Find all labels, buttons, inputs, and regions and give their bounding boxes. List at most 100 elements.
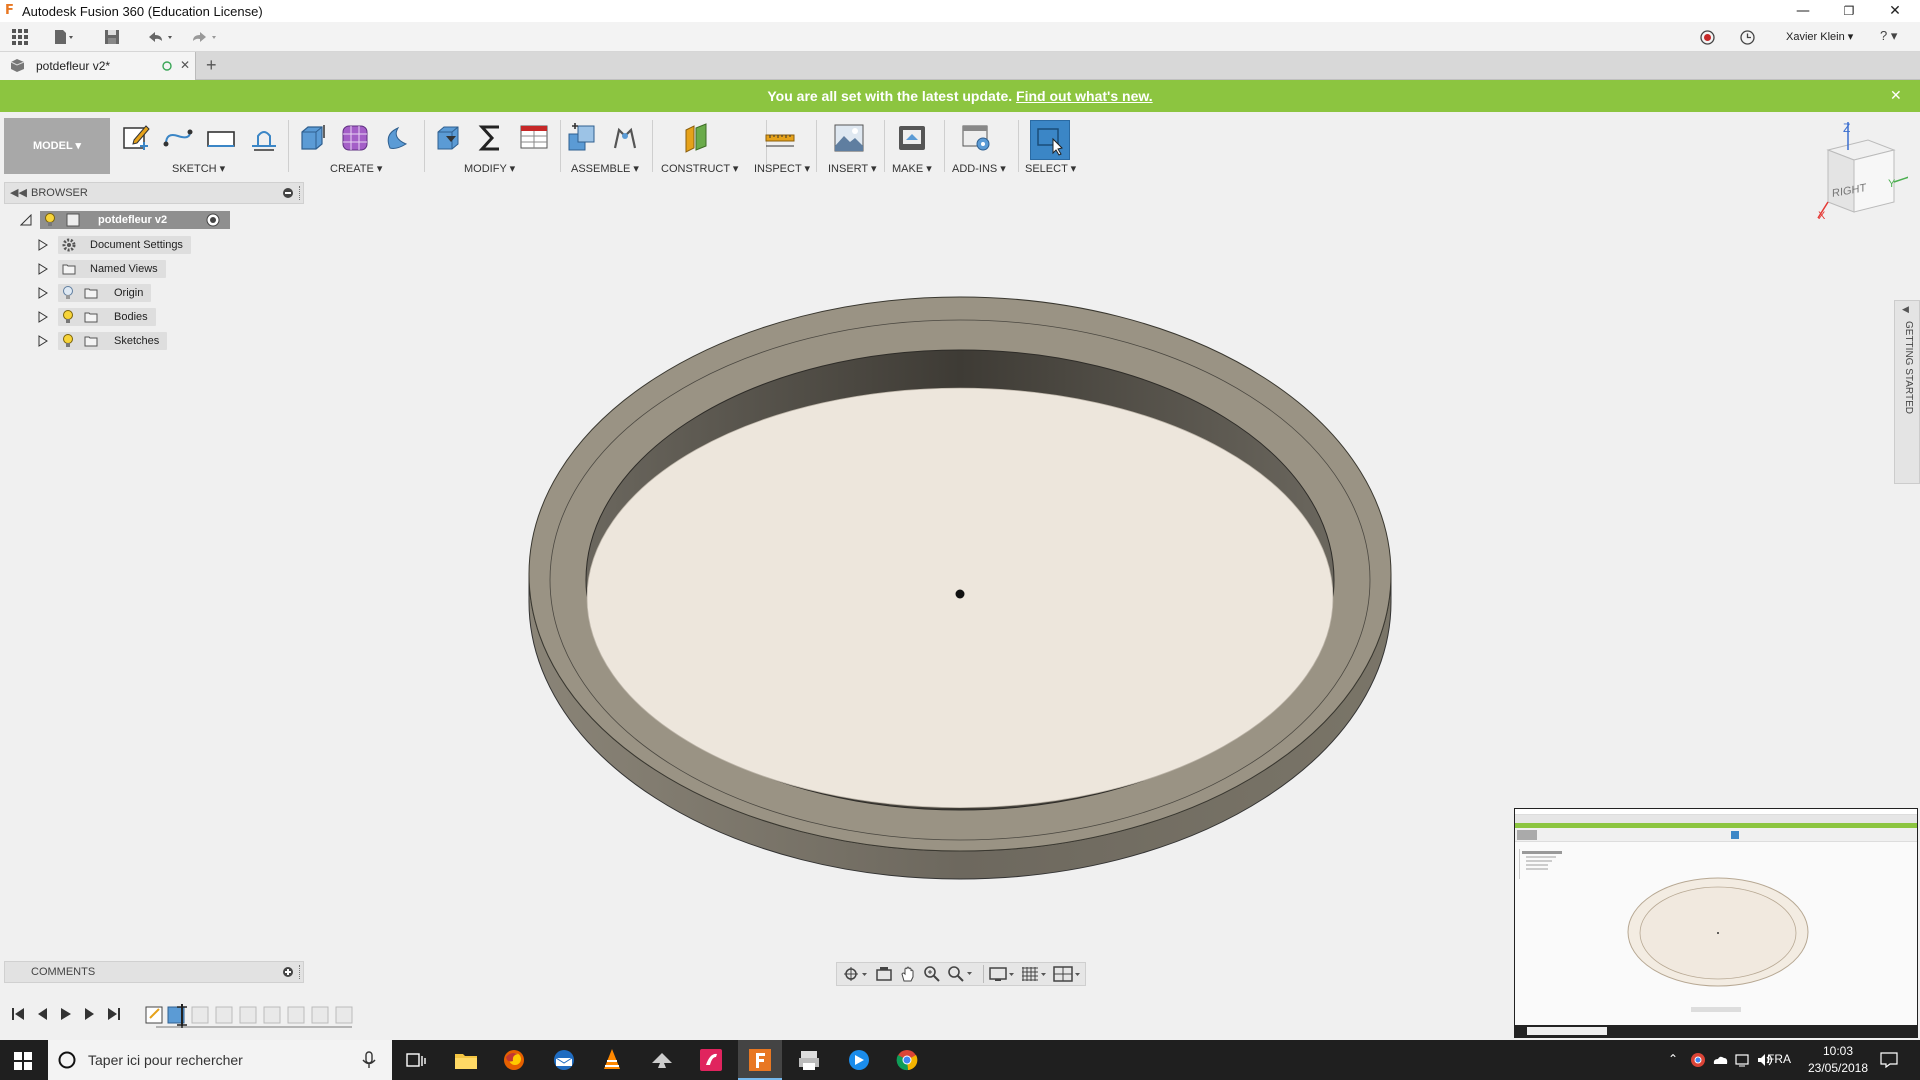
construct-group-label[interactable]: CONSTRUCT ▾ xyxy=(661,162,738,175)
tree-collapsed-icon[interactable] xyxy=(38,335,48,347)
insert-canvas-icon[interactable] xyxy=(833,122,865,154)
visibility-bulb-icon[interactable] xyxy=(44,213,56,227)
extrude-icon[interactable] xyxy=(296,122,328,154)
joint-icon[interactable] xyxy=(609,122,641,154)
zoom-icon[interactable] xyxy=(923,965,941,983)
measure-icon[interactable] xyxy=(764,122,796,154)
close-window-button[interactable]: ✕ xyxy=(1872,0,1918,22)
printer-app-icon[interactable] xyxy=(798,1049,820,1071)
rectangle-tool-icon[interactable] xyxy=(205,122,237,154)
panel-grip[interactable] xyxy=(299,186,301,200)
comments-add-icon[interactable] xyxy=(283,967,293,977)
go-to-end-icon[interactable] xyxy=(106,1006,122,1022)
clock-date[interactable]: 23/05/2018 xyxy=(1806,1061,1870,1075)
save-icon[interactable] xyxy=(104,29,120,45)
taskbar-search-box[interactable]: Taper ici pour rechercher xyxy=(48,1040,392,1080)
vlc-icon[interactable] xyxy=(602,1048,622,1072)
pan-hand-icon[interactable] xyxy=(899,965,917,983)
action-center-icon[interactable] xyxy=(1880,1052,1898,1068)
browser-item-sketches[interactable]: Sketches xyxy=(38,330,238,352)
maximize-button[interactable]: ❐ xyxy=(1826,0,1872,22)
browser-item-bodies[interactable]: Bodies xyxy=(38,306,238,328)
create-sketch-icon[interactable] xyxy=(120,122,152,154)
line-tool-icon[interactable] xyxy=(162,122,194,154)
timeline-features[interactable] xyxy=(144,1004,354,1030)
inkscape-icon[interactable] xyxy=(650,1051,674,1069)
step-forward-icon[interactable] xyxy=(82,1006,98,1022)
modify-group-label[interactable]: MODIFY ▾ xyxy=(464,162,515,175)
3d-print-icon[interactable] xyxy=(896,122,928,154)
expand-panel-icon[interactable]: ◀ xyxy=(1902,305,1909,315)
make-group-label[interactable]: MAKE ▾ xyxy=(892,162,932,175)
new-component-icon[interactable] xyxy=(566,122,598,154)
microphone-icon[interactable] xyxy=(362,1051,376,1069)
tree-collapsed-icon[interactable] xyxy=(38,287,48,299)
collapse-panel-icon[interactable]: ◀◀ xyxy=(10,186,27,199)
fusion360-taskbar-button[interactable] xyxy=(738,1040,782,1080)
tree-collapsed-icon[interactable] xyxy=(38,239,48,251)
whats-new-link[interactable]: Find out what's new. xyxy=(1016,88,1153,104)
minimize-button[interactable]: — xyxy=(1780,0,1826,22)
task-view-icon[interactable] xyxy=(406,1051,426,1069)
orbit-icon[interactable] xyxy=(843,966,869,982)
windows-start-icon[interactable] xyxy=(14,1052,32,1070)
browser-item-document-settings[interactable]: Document Settings xyxy=(38,234,238,256)
workspace-switcher[interactable]: MODEL ▾ xyxy=(4,118,110,174)
model-viewport[interactable] xyxy=(520,280,1400,880)
stop-sketch-icon[interactable] xyxy=(248,122,280,154)
revolve-icon[interactable] xyxy=(382,122,414,154)
browser-panel-header[interactable]: ◀◀ BROWSER xyxy=(4,182,304,204)
tray-onedrive-icon[interactable] xyxy=(1712,1052,1728,1068)
blue-app-icon[interactable] xyxy=(848,1049,870,1071)
record-icon[interactable] xyxy=(1700,30,1715,45)
press-pull-icon[interactable] xyxy=(432,122,464,154)
change-parameters-icon[interactable] xyxy=(518,122,550,154)
create-group-label[interactable]: CREATE ▾ xyxy=(330,162,382,175)
chrome-icon[interactable] xyxy=(896,1049,918,1071)
show-hidden-icons-chevron[interactable]: ⌃ xyxy=(1668,1052,1678,1066)
file-explorer-icon[interactable] xyxy=(454,1050,478,1070)
browser-root-node[interactable]: potdefleur v2 xyxy=(20,210,240,232)
job-status-clock-icon[interactable] xyxy=(1740,30,1755,45)
thunderbird-icon[interactable] xyxy=(552,1049,576,1071)
scripts-addins-icon[interactable] xyxy=(960,122,992,154)
tree-collapsed-icon[interactable] xyxy=(38,263,48,275)
inspect-group-label[interactable]: INSPECT ▾ xyxy=(754,162,810,175)
user-account-menu[interactable]: Xavier Klein ▾ xyxy=(1786,30,1853,43)
tree-expanded-icon[interactable] xyxy=(20,214,32,226)
new-tab-button[interactable]: + xyxy=(206,55,217,76)
undo-icon[interactable] xyxy=(146,29,178,45)
browser-item-origin[interactable]: Origin xyxy=(38,282,238,304)
look-at-icon[interactable] xyxy=(875,966,893,982)
insert-group-label[interactable]: INSERT ▾ xyxy=(828,162,877,175)
offset-plane-icon[interactable] xyxy=(680,122,712,154)
document-tab[interactable]: potdefleur v2* ✕ xyxy=(0,52,196,80)
assemble-group-label[interactable]: ASSEMBLE ▾ xyxy=(571,162,639,175)
display-settings-icon[interactable] xyxy=(989,966,1017,982)
browser-item-named-views[interactable]: Named Views xyxy=(38,258,238,280)
tray-chrome-icon[interactable] xyxy=(1690,1052,1706,1068)
getting-started-panel[interactable]: ◀ GETTING STARTED xyxy=(1894,300,1920,484)
input-language[interactable]: FRA xyxy=(1767,1052,1791,1066)
viewports-icon[interactable] xyxy=(1053,966,1083,982)
grid-snaps-icon[interactable] xyxy=(1021,966,1049,982)
flash-app-icon[interactable] xyxy=(700,1049,722,1071)
add-ins-group-label[interactable]: ADD-INS ▾ xyxy=(952,162,1006,175)
select-group-label[interactable]: SELECT ▾ xyxy=(1025,162,1076,175)
tree-collapsed-icon[interactable] xyxy=(38,311,48,323)
sketch-group-label[interactable]: SKETCH ▾ xyxy=(172,162,225,175)
origin-point[interactable] xyxy=(955,589,965,599)
activate-component-radio[interactable] xyxy=(206,213,220,227)
redo-icon[interactable] xyxy=(190,29,222,45)
app-grid-icon[interactable] xyxy=(12,29,29,46)
visibility-bulb-icon[interactable] xyxy=(62,334,74,348)
go-to-start-icon[interactable] xyxy=(10,1006,26,1022)
play-icon[interactable] xyxy=(58,1006,74,1022)
select-tool-button[interactable] xyxy=(1030,120,1070,160)
close-tab-button[interactable]: ✕ xyxy=(180,58,190,72)
comments-panel-header[interactable]: COMMENTS xyxy=(4,961,304,983)
visibility-bulb-icon[interactable] xyxy=(62,310,74,324)
file-menu-icon[interactable] xyxy=(54,29,76,45)
clock-time[interactable]: 10:03 xyxy=(1816,1044,1860,1058)
network-icon[interactable] xyxy=(1734,1052,1752,1068)
